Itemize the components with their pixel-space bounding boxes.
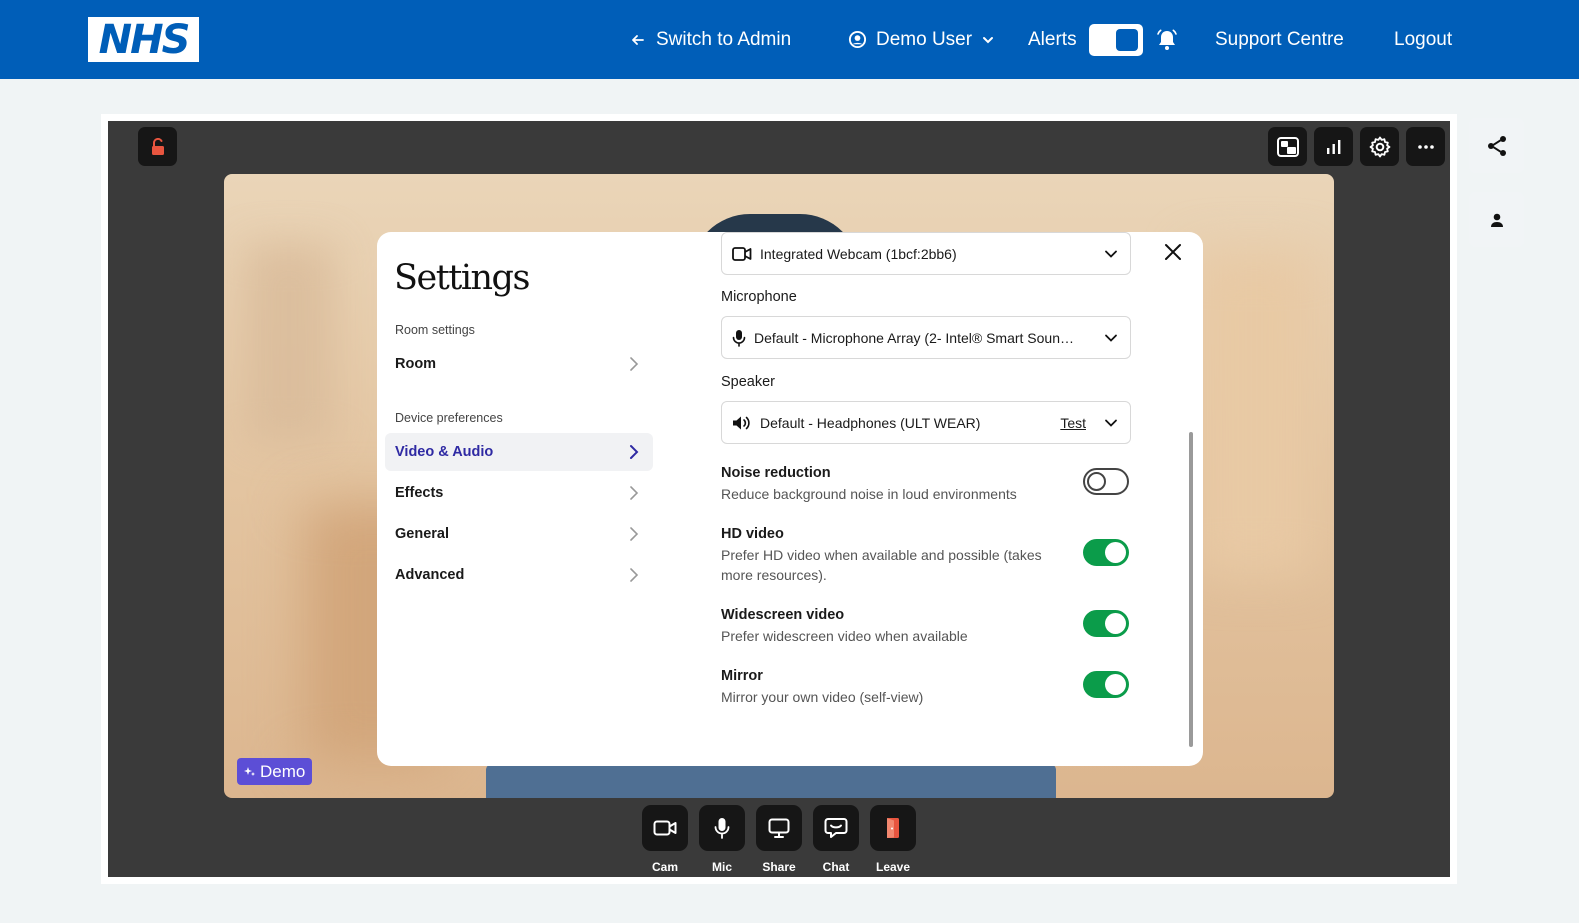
chevron-down-icon [1105, 419, 1117, 427]
noise-reduction-toggle[interactable] [1083, 468, 1129, 495]
participants-side-button[interactable] [1469, 192, 1524, 247]
chevron-down-icon [1105, 334, 1117, 342]
leave-door-icon [887, 818, 899, 838]
support-centre-link[interactable]: Support Centre [1215, 0, 1344, 79]
microphone-select[interactable]: Default - Microphone Array (2- Intel® Sm… [721, 316, 1131, 359]
share-icon [1487, 135, 1506, 156]
widescreen-video-title: Widescreen video [721, 607, 845, 623]
device-preferences-section-label: Device preferences [395, 411, 503, 425]
speaker-test-link[interactable]: Test [1060, 415, 1086, 431]
video-camera-icon [732, 246, 752, 261]
speaker-label: Speaker [721, 374, 776, 390]
alerts-group: Alerts [1028, 0, 1179, 79]
switch-to-admin-link[interactable]: Switch to Admin [630, 0, 791, 79]
hd-video-desc: Prefer HD video when available and possi… [721, 547, 1042, 583]
widescreen-video-desc: Prefer widescreen video when available [721, 628, 968, 644]
top-nav-bar: NHS Switch to Admin Demo User Alerts Sup… [0, 0, 1579, 79]
chevron-right-icon [630, 357, 639, 371]
gear-icon [1369, 136, 1390, 157]
person-icon [1490, 213, 1503, 227]
cam-control[interactable]: Cam [642, 805, 688, 874]
logout-link[interactable]: Logout [1394, 0, 1452, 79]
chevron-down-icon [1105, 250, 1117, 258]
settings-title: Settings [394, 258, 530, 298]
close-icon[interactable] [1163, 242, 1183, 262]
noise-reduction-desc: Reduce background noise in loud environm… [721, 486, 1017, 502]
settings-button[interactable] [1360, 127, 1399, 166]
settings-dialog: Settings Room settings Room Device prefe… [377, 232, 1203, 766]
speaker-select[interactable]: Default - Headphones (ULT WEAR) Test [721, 401, 1131, 444]
unlock-icon [151, 137, 164, 155]
user-menu[interactable]: Demo User [848, 0, 995, 79]
participant-body [486, 764, 1056, 798]
nhs-logo[interactable]: NHS [88, 17, 199, 62]
share-side-button[interactable] [1469, 118, 1524, 173]
share-control[interactable]: Share [756, 805, 802, 874]
hd-video-toggle[interactable] [1083, 539, 1129, 566]
settings-menu-video-audio[interactable]: Video & Audio [385, 433, 653, 471]
mic-control[interactable]: Mic [699, 805, 745, 874]
settings-menu-general[interactable]: General [385, 515, 653, 553]
speaker-icon [733, 416, 750, 429]
screen-share-icon [768, 818, 790, 838]
chevron-down-icon [983, 36, 994, 43]
widescreen-video-toggle[interactable] [1083, 610, 1129, 637]
chat-control[interactable]: Chat [813, 805, 859, 874]
chat-bubble-icon [824, 818, 848, 838]
settings-scrollbar[interactable] [1189, 432, 1193, 747]
arrow-left-icon [632, 34, 644, 45]
chevron-right-icon [630, 445, 639, 459]
microphone-icon [732, 329, 746, 347]
picture-in-picture-icon [1276, 136, 1299, 157]
settings-menu-room[interactable]: Room [385, 345, 653, 383]
stats-button[interactable] [1314, 127, 1353, 166]
room-settings-section-label: Room settings [395, 323, 475, 337]
settings-menu-advanced[interactable]: Advanced [385, 556, 653, 594]
camera-select[interactable]: Integrated Webcam (1bcf:2bb6) [721, 232, 1131, 275]
chevron-right-icon [630, 486, 639, 500]
chevron-right-icon [630, 568, 639, 582]
leave-control[interactable]: Leave [870, 805, 916, 874]
user-circle-icon [848, 30, 867, 49]
microphone-label: Microphone [721, 289, 797, 305]
settings-menu-effects[interactable]: Effects [385, 474, 653, 512]
bell-icon[interactable] [1155, 28, 1179, 52]
demo-badge: Demo [237, 758, 313, 785]
mirror-toggle[interactable] [1083, 671, 1129, 698]
picture-in-picture-button[interactable] [1268, 127, 1307, 166]
noise-reduction-title: Noise reduction [721, 465, 831, 481]
mirror-title: Mirror [721, 668, 763, 684]
hd-video-title: HD video [721, 526, 784, 542]
microphone-icon [714, 818, 730, 839]
chevron-right-icon [630, 527, 639, 541]
more-dots-icon [1417, 144, 1434, 149]
bar-chart-icon [1326, 139, 1340, 154]
video-camera-icon [653, 820, 677, 836]
mirror-desc: Mirror your own video (self-view) [721, 689, 924, 705]
room-lock-button[interactable] [138, 127, 177, 166]
sparkle-icon [244, 766, 255, 776]
alerts-toggle[interactable] [1088, 23, 1143, 56]
more-options-button[interactable] [1406, 127, 1445, 166]
